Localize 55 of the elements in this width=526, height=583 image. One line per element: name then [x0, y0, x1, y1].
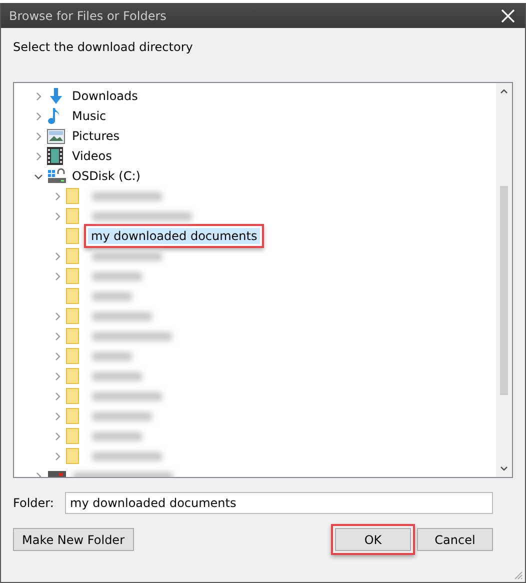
collapse-chevron-icon[interactable] — [34, 172, 43, 180]
film-strip-icon — [47, 147, 63, 165]
picture-icon — [47, 128, 65, 144]
cancel-button[interactable]: Cancel — [417, 528, 493, 551]
expand-chevron-icon[interactable] — [53, 252, 62, 260]
expand-chevron-icon[interactable] — [53, 392, 62, 400]
expand-chevron-icon[interactable] — [53, 352, 62, 360]
expand-chevron-icon[interactable] — [53, 452, 62, 460]
down-arrow-icon — [47, 87, 65, 105]
expand-chevron-icon[interactable] — [53, 272, 62, 280]
folder-icon — [66, 368, 79, 384]
window-title: Browse for Files or Folders — [9, 8, 168, 22]
expand-chevron-icon[interactable] — [53, 312, 62, 320]
scrollbar-thumb[interactable] — [500, 186, 508, 395]
folder-label: Folder: — [13, 496, 55, 510]
expand-chevron-icon[interactable] — [53, 332, 62, 340]
folder-icon — [66, 448, 79, 464]
folder-icon — [66, 308, 79, 324]
tree-item[interactable]: Videos — [69, 148, 115, 164]
ok-button[interactable]: OK — [335, 528, 411, 551]
folder-icon — [66, 288, 79, 304]
expand-chevron-icon[interactable] — [34, 92, 43, 100]
selected-tree-item[interactable]: my downloaded documents — [88, 228, 260, 244]
instruction-text: Select the download directory — [13, 40, 194, 56]
folder-icon — [66, 408, 79, 424]
folder-icon — [66, 428, 79, 444]
music-note-icon — [47, 107, 61, 125]
folder-icon — [66, 228, 79, 244]
expand-chevron-icon[interactable] — [53, 412, 62, 420]
folder-icon — [66, 188, 79, 204]
expand-chevron-icon[interactable] — [53, 212, 62, 220]
tree-item[interactable]: OSDisk (C:) — [69, 168, 144, 184]
expand-chevron-icon[interactable] — [34, 152, 43, 160]
resize-grip-icon[interactable] — [513, 570, 523, 580]
drive-icon — [47, 168, 67, 184]
close-icon[interactable] — [501, 8, 515, 22]
expand-chevron-icon[interactable] — [53, 192, 62, 200]
folder-icon — [66, 328, 79, 344]
folder-icon — [66, 348, 79, 364]
folder-icon — [66, 388, 79, 404]
expand-chevron-icon[interactable] — [34, 112, 43, 120]
tree-item[interactable]: Downloads — [69, 88, 141, 104]
make-new-folder-button[interactable]: Make New Folder — [13, 528, 134, 551]
folder-icon — [66, 248, 79, 264]
scrollbar[interactable] — [496, 83, 512, 477]
scroll-down-icon[interactable] — [500, 466, 508, 472]
folder-input-field[interactable]: my downloaded documents — [65, 492, 493, 514]
expand-chevron-icon[interactable] — [53, 372, 62, 380]
expand-chevron-icon[interactable] — [34, 132, 43, 140]
expand-chevron-icon[interactable] — [53, 432, 62, 440]
folder-icon — [66, 268, 79, 284]
tree-item[interactable]: Pictures — [69, 128, 123, 144]
folder-icon — [66, 208, 79, 224]
tree-item[interactable]: Music — [69, 108, 110, 124]
scroll-up-icon[interactable] — [500, 88, 508, 94]
